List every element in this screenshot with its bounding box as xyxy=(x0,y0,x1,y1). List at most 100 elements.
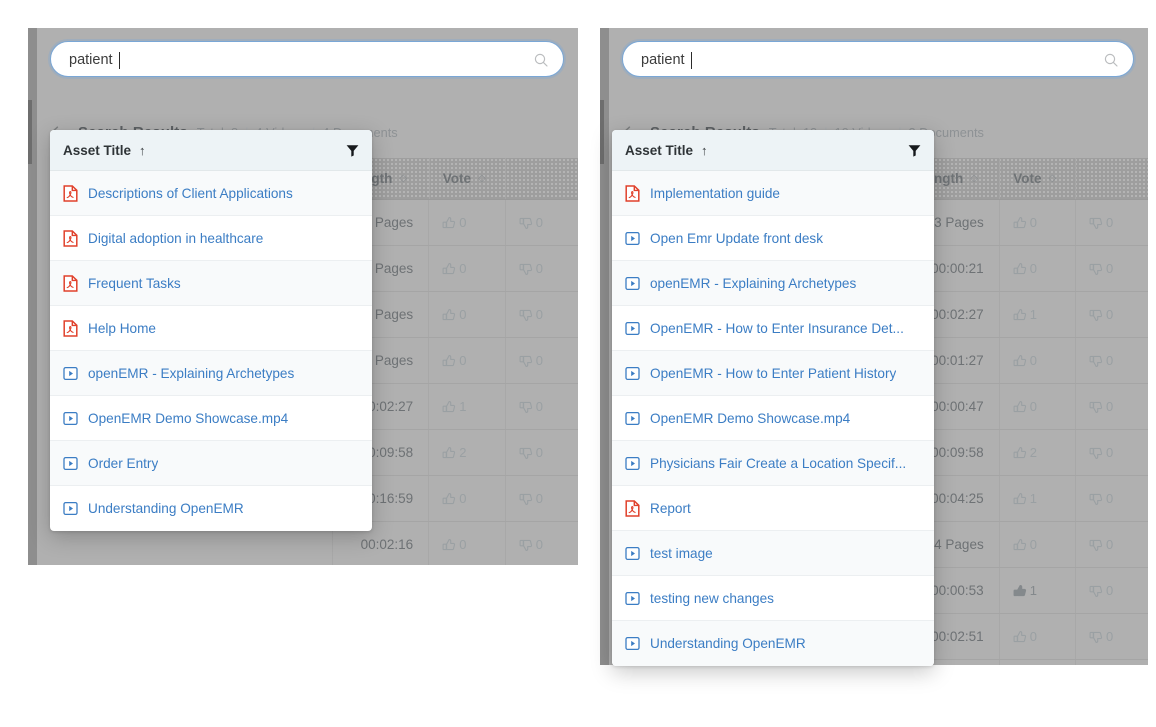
downvote-control[interactable]: 0 xyxy=(1089,537,1113,552)
thumbs-down-icon[interactable] xyxy=(519,400,533,414)
downvote-control[interactable]: 0 xyxy=(1089,399,1113,414)
column-header-vote[interactable]: Vote ◇ xyxy=(999,158,1075,199)
upvote-control[interactable]: 0 xyxy=(442,307,466,322)
list-item[interactable]: test image xyxy=(612,531,934,576)
upvote-control[interactable]: 0 xyxy=(1013,537,1037,552)
thumbs-up-icon[interactable] xyxy=(1013,216,1027,230)
upvote-control[interactable]: 0 xyxy=(442,215,466,230)
thumbs-up-icon[interactable] xyxy=(1013,354,1027,368)
downvote-control[interactable]: 0 xyxy=(1089,261,1113,276)
thumbs-down-icon[interactable] xyxy=(1089,630,1103,644)
list-item-title[interactable]: Order Entry xyxy=(88,456,158,471)
sort-indicator-icon[interactable]: ◇ xyxy=(399,173,407,184)
thumbs-down-icon[interactable] xyxy=(1089,400,1103,414)
list-item[interactable]: OpenEMR - How to Enter Patient History xyxy=(612,351,934,396)
upvote-control[interactable]: 0 xyxy=(442,353,466,368)
list-item[interactable]: openEMR - Explaining Archetypes xyxy=(50,351,372,396)
list-item-title[interactable]: openEMR - Explaining Archetypes xyxy=(650,276,856,291)
thumbs-down-icon[interactable] xyxy=(519,262,533,276)
thumbs-down-icon[interactable] xyxy=(1089,308,1103,322)
downvote-control[interactable]: 0 xyxy=(519,353,543,368)
list-item-title[interactable]: Help Home xyxy=(88,321,156,336)
upvote-control[interactable]: 1 xyxy=(442,399,466,414)
list-item[interactable]: Report xyxy=(612,486,934,531)
list-item[interactable]: Help Home xyxy=(50,306,372,351)
downvote-control[interactable]: 0 xyxy=(519,399,543,414)
thumbs-down-icon[interactable] xyxy=(1089,216,1103,230)
list-item[interactable]: Order Entry xyxy=(50,441,372,486)
downvote-control[interactable]: 0 xyxy=(519,445,543,460)
upvote-control[interactable]: 1 xyxy=(1013,583,1037,598)
list-item[interactable]: OpenEMR Demo Showcase.mp4 xyxy=(612,396,934,441)
thumbs-up-icon[interactable] xyxy=(1013,630,1027,644)
thumbs-down-icon[interactable] xyxy=(519,538,533,552)
thumbs-up-icon[interactable] xyxy=(442,308,456,322)
list-item-title[interactable]: openEMR - Explaining Archetypes xyxy=(88,366,294,381)
downvote-control[interactable]: 0 xyxy=(519,537,543,552)
thumbs-up-icon[interactable] xyxy=(442,492,456,506)
thumbs-down-icon[interactable] xyxy=(519,308,533,322)
card-header-asset-title[interactable]: Asset Title ↑ xyxy=(50,130,372,171)
list-item[interactable]: Frequent Tasks xyxy=(50,261,372,306)
thumbs-up-icon[interactable] xyxy=(1013,492,1027,506)
list-item[interactable]: Descriptions of Client Applications xyxy=(50,171,372,216)
list-item-title[interactable]: Descriptions of Client Applications xyxy=(88,186,293,201)
list-item-title[interactable]: OpenEMR Demo Showcase.mp4 xyxy=(88,411,288,426)
thumbs-down-icon[interactable] xyxy=(1089,538,1103,552)
thumbs-up-icon[interactable] xyxy=(442,354,456,368)
filter-icon[interactable] xyxy=(346,144,359,157)
list-item-title[interactable]: Understanding OpenEMR xyxy=(650,636,806,651)
column-header-vote[interactable]: Vote ◇ xyxy=(428,158,505,199)
upvote-control[interactable]: 0 xyxy=(1013,399,1037,414)
sort-ascending-icon[interactable]: ↑ xyxy=(139,144,146,157)
upvote-control[interactable]: 0 xyxy=(1013,353,1037,368)
upvote-control[interactable]: 0 xyxy=(442,261,466,276)
card-header-asset-title[interactable]: Asset Title ↑ xyxy=(612,130,934,171)
sort-indicator-icon[interactable]: ◇ xyxy=(970,173,978,184)
upvote-control[interactable]: 0 xyxy=(442,537,466,552)
list-item-title[interactable]: Report xyxy=(650,501,691,516)
downvote-control[interactable]: 0 xyxy=(519,215,543,230)
list-item[interactable]: Understanding OpenEMR xyxy=(612,621,934,666)
upvote-control[interactable]: 2 xyxy=(1013,445,1037,460)
upvote-control[interactable]: 0 xyxy=(442,491,466,506)
search-input[interactable] xyxy=(639,42,1093,78)
search-box[interactable] xyxy=(50,41,564,78)
list-item-title[interactable]: Digital adoption in healthcare xyxy=(88,231,263,246)
thumbs-up-icon[interactable] xyxy=(442,216,456,230)
list-item[interactable]: testing new changes xyxy=(612,576,934,621)
downvote-control[interactable]: 0 xyxy=(1089,215,1113,230)
thumbs-up-icon[interactable] xyxy=(1013,538,1027,552)
list-item[interactable]: Implementation guide xyxy=(612,171,934,216)
list-item[interactable]: Physicians Fair Create a Location Specif… xyxy=(612,441,934,486)
upvote-control[interactable]: 1 xyxy=(1013,491,1037,506)
list-item-title[interactable]: OpenEMR - How to Enter Insurance Det... xyxy=(650,321,904,336)
thumbs-up-icon[interactable] xyxy=(442,538,456,552)
search-icon[interactable] xyxy=(1104,53,1118,67)
thumbs-down-icon[interactable] xyxy=(1089,584,1103,598)
downvote-control[interactable]: 0 xyxy=(519,491,543,506)
list-item-title[interactable]: Open Emr Update front desk xyxy=(650,231,823,246)
downvote-control[interactable]: 0 xyxy=(1089,583,1113,598)
thumbs-up-icon[interactable] xyxy=(1013,584,1027,598)
thumbs-down-icon[interactable] xyxy=(519,216,533,230)
list-item-title[interactable]: test image xyxy=(650,546,713,561)
thumbs-down-icon[interactable] xyxy=(1089,446,1103,460)
downvote-control[interactable]: 0 xyxy=(1089,629,1113,644)
sort-indicator-icon[interactable]: ◇ xyxy=(478,173,486,184)
search-icon[interactable] xyxy=(534,53,548,67)
downvote-control[interactable]: 0 xyxy=(1089,445,1113,460)
list-item-title[interactable]: OpenEMR - How to Enter Patient History xyxy=(650,366,896,381)
list-item[interactable]: OpenEMR - How to Enter Insurance Det... xyxy=(612,306,934,351)
list-item[interactable]: OpenEMR Demo Showcase.mp4 xyxy=(50,396,372,441)
downvote-control[interactable]: 0 xyxy=(1089,353,1113,368)
list-item[interactable]: Digital adoption in healthcare xyxy=(50,216,372,261)
downvote-control[interactable]: 0 xyxy=(519,307,543,322)
list-item-title[interactable]: Physicians Fair Create a Location Specif… xyxy=(650,456,906,471)
thumbs-down-icon[interactable] xyxy=(519,492,533,506)
list-item-title[interactable]: OpenEMR Demo Showcase.mp4 xyxy=(650,411,850,426)
thumbs-up-icon[interactable] xyxy=(1013,446,1027,460)
thumbs-down-icon[interactable] xyxy=(1089,354,1103,368)
downvote-control[interactable]: 0 xyxy=(1089,491,1113,506)
thumbs-up-icon[interactable] xyxy=(1013,308,1027,322)
